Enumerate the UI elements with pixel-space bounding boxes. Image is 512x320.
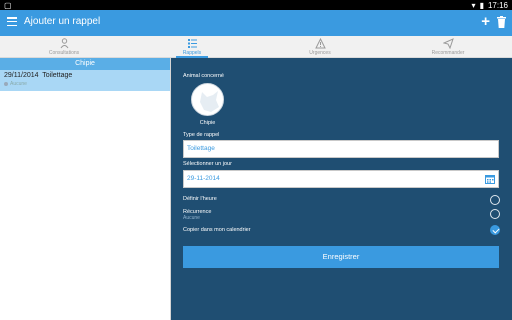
day-label: Sélectionner un jour — [183, 161, 232, 167]
plus-icon[interactable]: + — [481, 14, 490, 29]
item-type: Toilettage — [42, 72, 73, 79]
tab-recommander[interactable]: Recommander — [384, 36, 512, 58]
trash-icon[interactable] — [497, 16, 506, 28]
recurrence-icon — [4, 82, 8, 86]
list-icon — [187, 39, 197, 48]
recurrence-value: Aucune — [183, 215, 200, 221]
notification-icon: ▢ — [4, 1, 12, 10]
battery-icon: ▮ — [479, 0, 484, 10]
time-label: Définir l'heure — [183, 196, 217, 202]
list-header: Chipie — [0, 58, 170, 70]
wifi-icon: ▾ — [471, 0, 476, 10]
animal-name: Chipie — [199, 120, 216, 126]
dog-icon — [200, 91, 219, 112]
tab-bar: Consultations Rappels Urgences Recommand… — [0, 36, 512, 58]
reminder-list-pane: Chipie 29/11/2014 Toilettage Aucune — [0, 58, 171, 320]
reminder-form: Animal concerné Chipie Type de rappel To… — [171, 58, 512, 320]
clock: 17:16 — [487, 0, 508, 10]
stethoscope-icon — [60, 38, 68, 49]
day-field[interactable]: 29-11-2014 — [183, 170, 499, 188]
tab-consultations[interactable]: Consultations — [0, 36, 128, 58]
tab-rappels[interactable]: Rappels — [128, 36, 256, 58]
tab-label: Urgences — [309, 50, 331, 56]
warning-icon — [314, 38, 326, 49]
list-item[interactable]: 29/11/2014 Toilettage Aucune — [0, 70, 170, 91]
calendar-icon[interactable] — [485, 174, 495, 184]
app-bar: Ajouter un rappel + — [0, 10, 512, 36]
page-title: Ajouter un rappel — [24, 16, 101, 27]
day-value: 29-11-2014 — [187, 175, 220, 182]
status-bar: ▢ ▾ ▮ 17:16 — [0, 0, 512, 10]
calendar-copy-toggle[interactable] — [490, 225, 500, 235]
animal-label: Animal concerné — [183, 73, 224, 79]
reminder-type-label: Type de rappel — [183, 132, 220, 138]
tab-urgences[interactable]: Urgences — [256, 36, 384, 58]
time-toggle[interactable] — [490, 195, 500, 205]
item-date: 29/11/2014 — [4, 72, 39, 79]
recurrence-toggle[interactable] — [490, 209, 500, 219]
tab-label: Recommander — [431, 50, 465, 56]
send-icon — [442, 38, 454, 49]
reminder-type-field[interactable]: Toilettage — [183, 140, 499, 158]
tab-label: Consultations — [48, 50, 80, 56]
calendar-copy-label: Copier dans mon calendrier — [183, 227, 251, 233]
item-recurrence: Aucune — [10, 81, 27, 87]
animal-avatar[interactable] — [191, 83, 224, 116]
menu-icon[interactable] — [7, 17, 17, 27]
tab-label: Rappels — [182, 50, 202, 56]
save-button[interactable]: Enregistrer — [183, 246, 499, 268]
